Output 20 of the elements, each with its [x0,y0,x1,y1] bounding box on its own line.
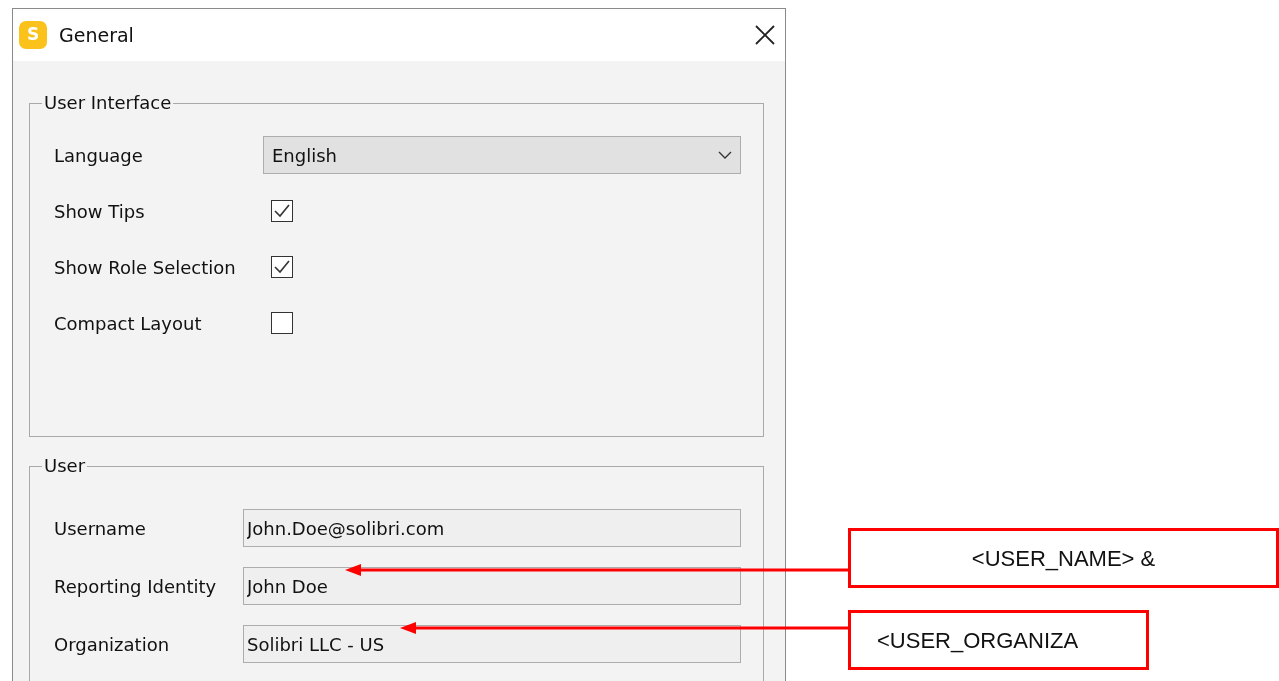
field-label: Language [54,143,144,168]
window-title: General [59,22,134,48]
close-icon[interactable] [755,25,775,45]
field-label: Organization [54,632,171,657]
checkbox[interactable] [271,256,293,278]
checkbox[interactable] [271,312,293,334]
field-label: Reporting Identity [54,574,218,599]
field-label: Compact Layout [54,311,203,336]
field-label: Show Tips [54,199,146,224]
callout-box: <USER_NAME> & [848,528,1279,588]
language-dropdown[interactable]: English [263,136,741,174]
field-label: Username [54,516,147,541]
group-title: User Interface [43,94,173,112]
text-field[interactable]: Solibri LLC - US [243,625,741,663]
group-title: User [43,457,87,475]
app-icon: S [19,21,47,49]
checkbox[interactable] [271,200,293,222]
callout-box: <USER_ORGANIZA [848,610,1149,670]
chevron-icon [718,151,732,159]
field-label: Show Role Selection [54,255,237,280]
